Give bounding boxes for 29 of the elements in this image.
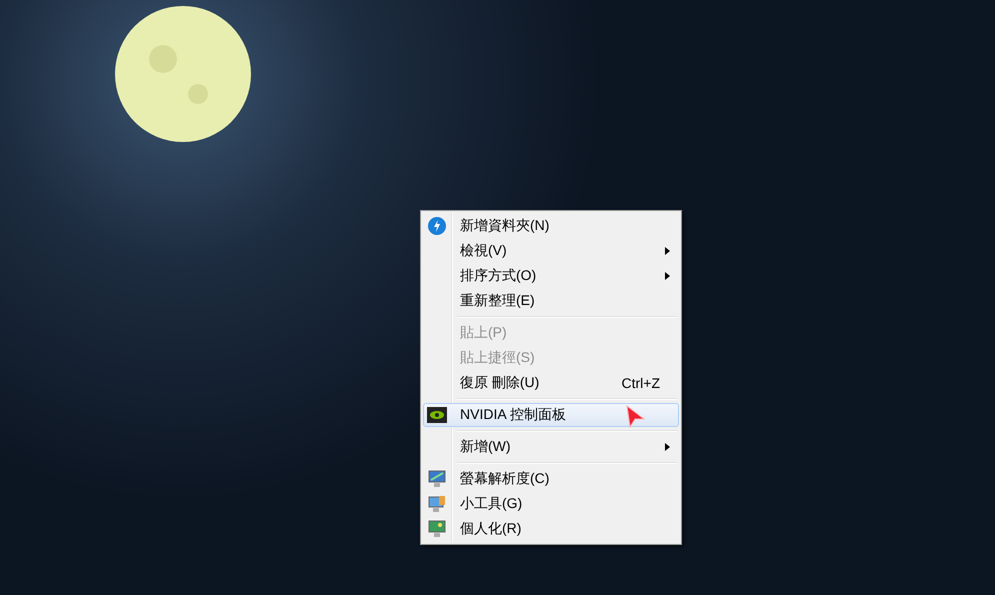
shortcut-label: Ctrl+Z bbox=[622, 375, 660, 391]
menu-item[interactable]: 排序方式(O) bbox=[423, 264, 679, 288]
menu-item-label: NVIDIA 控制面板 bbox=[460, 406, 566, 424]
bolt-icon bbox=[428, 217, 446, 235]
menu-item[interactable]: 新增(W) bbox=[423, 435, 679, 459]
menu-item[interactable]: 重新整理(E) bbox=[423, 289, 679, 313]
menu-item-label: 貼上(P) bbox=[460, 324, 507, 342]
menu-item-label: 排序方式(O) bbox=[460, 267, 536, 285]
menu-item-label: 新增(W) bbox=[460, 438, 511, 456]
monitor-icon bbox=[428, 495, 446, 513]
menu-item[interactable]: 螢幕解析度(C) bbox=[423, 467, 679, 491]
menu-item-label: 貼上捷徑(S) bbox=[460, 349, 535, 367]
menu-item-label: 個人化(R) bbox=[460, 520, 522, 538]
menu-item[interactable]: 新增資料夾(N) bbox=[423, 214, 679, 238]
monitor-icon bbox=[428, 470, 446, 488]
menu-item-label: 新增資料夾(N) bbox=[460, 217, 550, 235]
cursor-arrow-icon bbox=[626, 405, 646, 429]
menu-item[interactable]: 檢視(V) bbox=[423, 239, 679, 263]
menu-item-label: 檢視(V) bbox=[460, 242, 507, 260]
menu-item[interactable]: 小工具(G) bbox=[423, 492, 679, 516]
menu-item-label: 小工具(G) bbox=[460, 495, 522, 513]
menu-item[interactable]: 復原 刪除(U) Ctrl+Z bbox=[423, 371, 679, 395]
menu-item[interactable]: NVIDIA 控制面板 bbox=[423, 403, 679, 427]
menu-item[interactable]: 個人化(R) bbox=[423, 517, 679, 541]
menu-item-label: 螢幕解析度(C) bbox=[460, 470, 550, 488]
menu-item-label: 重新整理(E) bbox=[460, 292, 535, 310]
eye-logo-icon bbox=[427, 407, 447, 423]
menu-item-label: 復原 刪除(U) bbox=[460, 374, 540, 392]
monitor-icon bbox=[428, 520, 446, 538]
